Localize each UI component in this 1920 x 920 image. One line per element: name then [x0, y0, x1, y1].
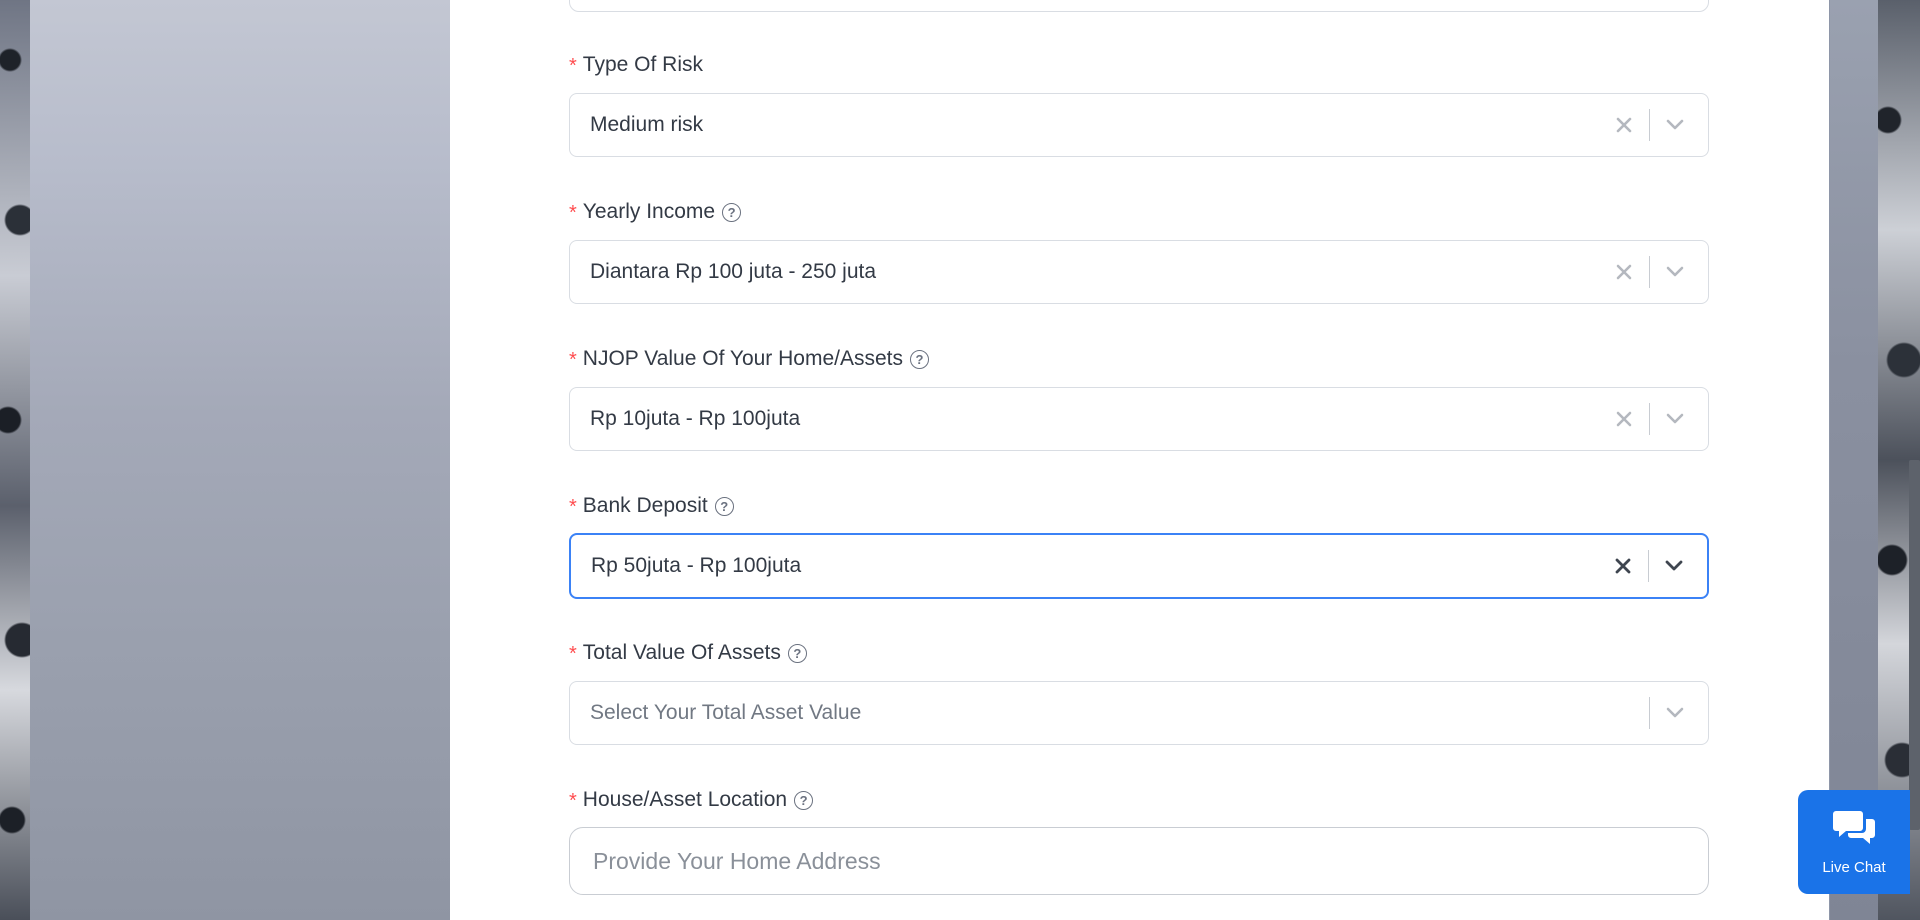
background-rocks-left: [0, 0, 30, 920]
required-mark: *: [569, 201, 577, 224]
risk-type-select[interactable]: Medium risk: [569, 93, 1709, 157]
required-mark: *: [569, 54, 577, 77]
help-icon[interactable]: ?: [722, 202, 742, 222]
chevron-down-icon[interactable]: [1662, 259, 1688, 285]
chevron-down-icon[interactable]: [1661, 553, 1687, 579]
label-text: Bank Deposit: [582, 494, 708, 517]
clear-icon[interactable]: [1613, 114, 1635, 136]
selected-value: Rp 50juta - Rp 100juta: [591, 554, 802, 577]
njop-value-select[interactable]: Rp 10juta - Rp 100juta: [569, 387, 1709, 451]
previous-select-field[interactable]: [569, 0, 1709, 12]
label-text: NJOP Value Of Your Home/Assets: [582, 347, 904, 370]
chevron-down-icon[interactable]: [1662, 406, 1688, 432]
select-placeholder: Select Your Total Asset Value: [590, 701, 862, 724]
indicator-separator: [1649, 403, 1650, 435]
chevron-down-icon[interactable]: [1662, 112, 1688, 138]
indicator-separator: [1649, 109, 1650, 141]
bank-deposit-select[interactable]: Rp 50juta - Rp 100juta: [569, 533, 1709, 599]
field-label: * House/Asset Location ?: [569, 786, 814, 814]
indicator-separator: [1649, 256, 1650, 288]
field-label: * Total Value Of Assets ?: [569, 639, 807, 667]
total-assets-select[interactable]: Select Your Total Asset Value: [569, 681, 1709, 745]
label-text: Yearly Income: [582, 200, 716, 223]
help-icon[interactable]: ?: [794, 790, 814, 810]
chevron-down-icon[interactable]: [1662, 700, 1688, 726]
indicator-separator: [1649, 697, 1650, 729]
label-text: House/Asset Location: [582, 788, 788, 811]
page-scrollbar-thumb[interactable]: [1909, 460, 1920, 830]
required-mark: *: [569, 642, 577, 665]
live-chat-label: Live Chat: [1822, 859, 1886, 876]
live-chat-button[interactable]: Live Chat: [1798, 790, 1910, 894]
clear-icon[interactable]: [1613, 408, 1635, 430]
field-label: * Bank Deposit ?: [569, 492, 734, 520]
field-label: * Type Of Risk: [569, 51, 703, 79]
help-icon[interactable]: ?: [714, 496, 734, 516]
indicator-separator: [1648, 550, 1649, 582]
home-address-input[interactable]: [569, 827, 1709, 895]
help-icon[interactable]: ?: [787, 643, 807, 663]
required-mark: *: [569, 348, 577, 371]
clear-icon[interactable]: [1613, 261, 1635, 283]
required-mark: *: [569, 789, 577, 812]
yearly-income-select[interactable]: Diantara Rp 100 juta - 250 juta: [569, 240, 1709, 304]
chat-bubbles-icon: [1832, 808, 1876, 851]
required-mark: *: [569, 495, 577, 518]
clear-icon[interactable]: [1612, 555, 1634, 577]
selected-value: Rp 10juta - Rp 100juta: [590, 407, 801, 430]
selected-value: Medium risk: [590, 113, 704, 136]
field-label: * Yearly Income ?: [569, 198, 742, 226]
field-label: * NJOP Value Of Your Home/Assets ?: [569, 345, 930, 373]
label-text: Total Value Of Assets: [582, 641, 781, 664]
selected-value: Diantara Rp 100 juta - 250 juta: [590, 260, 877, 283]
help-icon[interactable]: ?: [910, 349, 930, 369]
label-text: Type Of Risk: [582, 53, 703, 76]
background-sky: [30, 0, 450, 920]
